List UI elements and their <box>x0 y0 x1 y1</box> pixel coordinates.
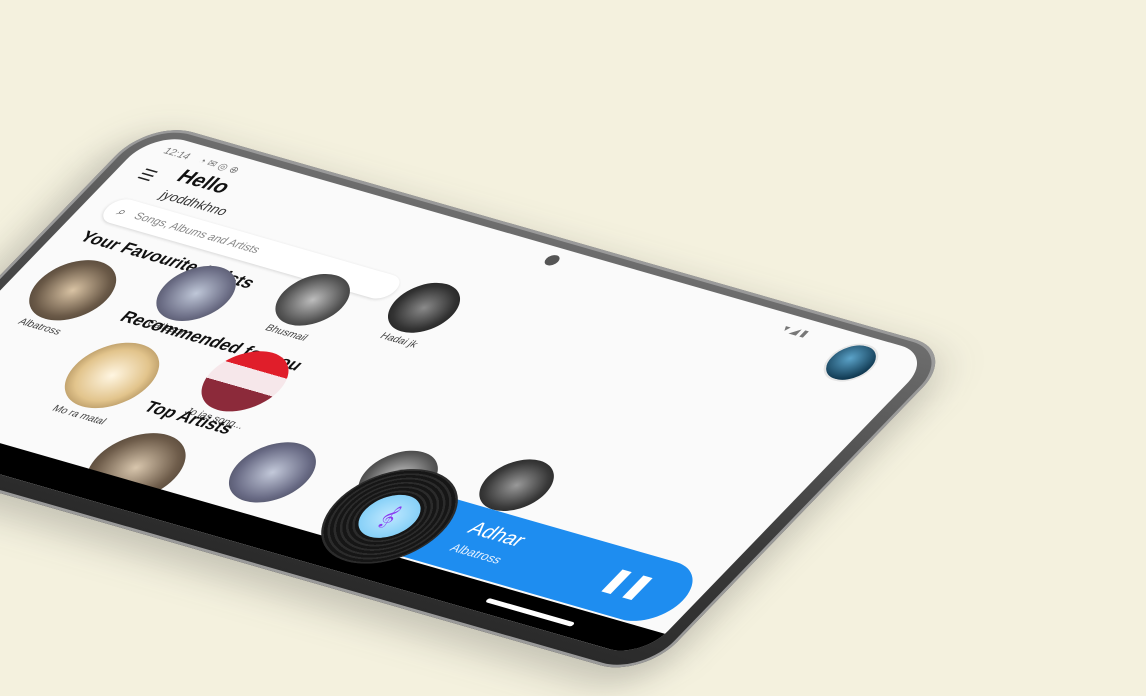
status-time: 12:14 <box>160 146 193 163</box>
artist-circle-1[interactable] <box>11 252 134 329</box>
top-artist-circle-2[interactable] <box>211 434 334 511</box>
scene: 12:14 ◔ ✉ ◎ ⊕ ▾ ◢ ▮ ☰ Hello jyoddhkhno ⌕… <box>0 0 1146 696</box>
app-screen: 12:14 ◔ ✉ ◎ ⊕ ▾ ◢ ▮ ☰ Hello jyoddhkhno ⌕… <box>0 131 935 659</box>
front-camera <box>541 253 563 267</box>
menu-icon[interactable]: ☰ <box>132 165 162 185</box>
music-note-icon: 𝄞 <box>345 489 434 544</box>
artist-label-3: Bhusmail <box>261 323 311 344</box>
search-icon: ⌕ <box>113 204 132 219</box>
phone-mockup: 12:14 ◔ ✉ ◎ ⊕ ▾ ◢ ▮ ☰ Hello jyoddhkhno ⌕… <box>0 120 960 696</box>
phone-frame: 12:14 ◔ ✉ ◎ ⊕ ▾ ◢ ▮ ☰ Hello jyoddhkhno ⌕… <box>0 120 958 678</box>
status-right-icons: ▾ ◢ ▮ <box>779 323 811 340</box>
pause-icon[interactable]: ❚❚ <box>595 565 661 602</box>
artist-label-4: Hadai jk <box>376 331 421 351</box>
profile-avatar[interactable] <box>812 338 890 387</box>
